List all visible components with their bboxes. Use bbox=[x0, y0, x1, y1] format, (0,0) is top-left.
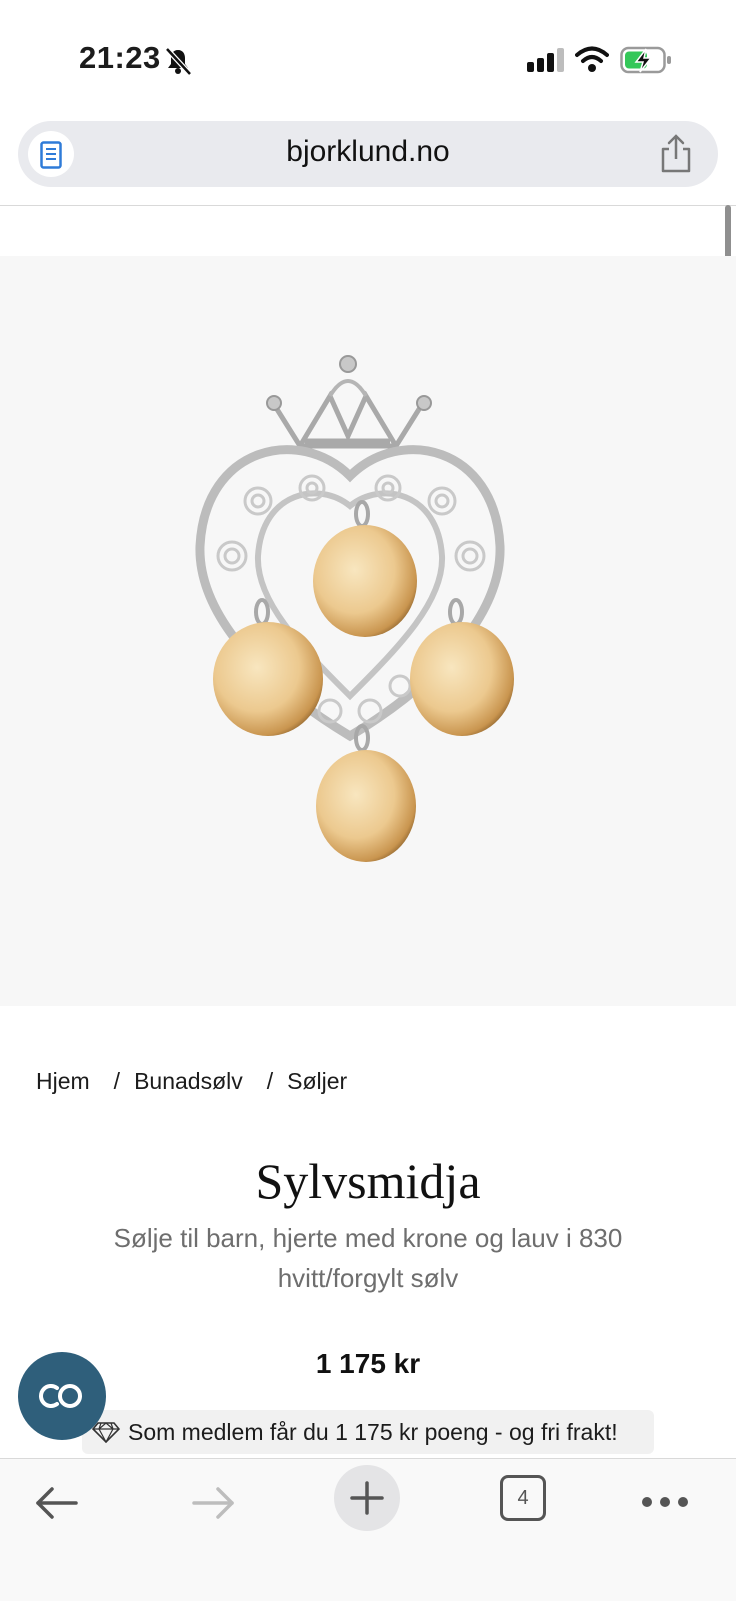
back-arrow-icon[interactable] bbox=[34, 1483, 80, 1523]
breadcrumb-item-hjem[interactable]: Hjem bbox=[36, 1068, 90, 1095]
forward-arrow-icon[interactable] bbox=[190, 1483, 236, 1523]
address-bar[interactable]: bjorklund.no bbox=[18, 121, 718, 187]
diamond-icon bbox=[92, 1422, 120, 1443]
member-benefit-banner: Som medlem får du 1 175 kr poeng - og fr… bbox=[82, 1410, 654, 1454]
breadcrumb-item-bunadsolv[interactable]: Bunadsølv bbox=[134, 1068, 243, 1095]
divider bbox=[0, 205, 736, 206]
product-image[interactable] bbox=[0, 256, 736, 1006]
member-benefit-text: Som medlem får du 1 175 kr poeng - og fr… bbox=[128, 1419, 618, 1445]
chat-button[interactable] bbox=[18, 1352, 106, 1440]
product-brand[interactable]: Sylvsmidja bbox=[0, 1152, 736, 1210]
bell-slash-icon bbox=[165, 47, 192, 76]
breadcrumb-separator: / bbox=[266, 1068, 274, 1094]
breadcrumb: Hjem / Bunadsølv / Søljer bbox=[36, 1068, 347, 1095]
url-text[interactable]: bjorklund.no bbox=[18, 135, 718, 169]
plus-icon bbox=[350, 1481, 384, 1515]
signal-icon bbox=[527, 48, 564, 72]
breadcrumb-item-soljer[interactable]: Søljer bbox=[287, 1068, 347, 1095]
wifi-icon bbox=[575, 46, 609, 72]
browser-toolbar: 4 bbox=[0, 1458, 736, 1601]
chat-co-icon bbox=[39, 1384, 82, 1408]
new-tab-button[interactable] bbox=[334, 1465, 400, 1531]
product-price: 1 175 kr bbox=[315, 1348, 421, 1379]
solje-illustration bbox=[195, 355, 514, 862]
more-icon[interactable] bbox=[640, 1495, 690, 1509]
status-bar: 21:23 bbox=[0, 0, 736, 110]
battery-charging-icon bbox=[620, 46, 671, 74]
breadcrumb-separator: / bbox=[113, 1068, 121, 1094]
share-icon[interactable] bbox=[656, 133, 696, 175]
status-time: 21:23 bbox=[79, 40, 161, 75]
tabs-icon[interactable]: 4 bbox=[500, 1475, 546, 1521]
product-title: Sølje til barn, hjerte med krone og lauv… bbox=[113, 1223, 623, 1293]
